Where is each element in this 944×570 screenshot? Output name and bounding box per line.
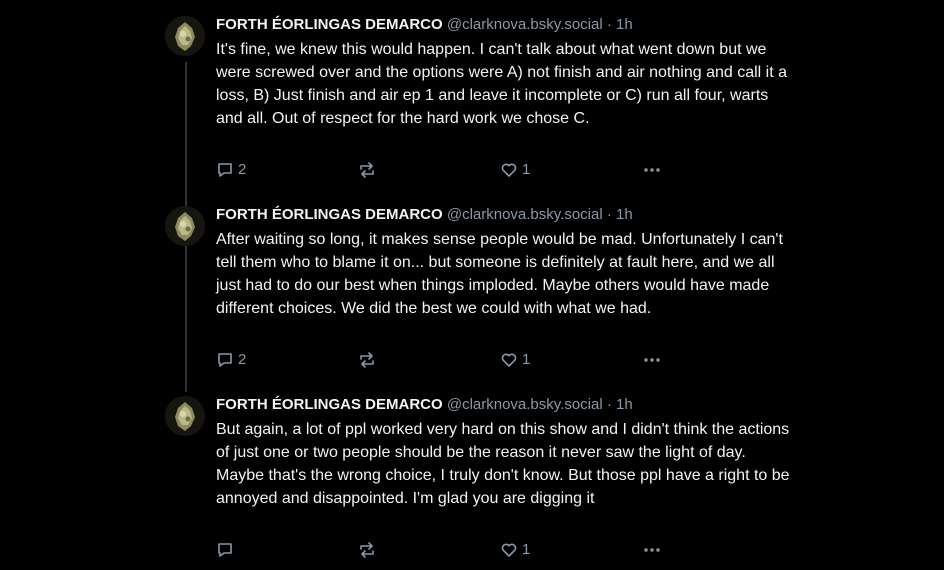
repost-icon [358,161,376,179]
reply-icon [216,541,234,559]
post-text: But again, a lot of ppl worked very hard… [216,421,790,507]
avatar[interactable] [165,16,205,56]
post-actions: 2 1 [216,351,676,371]
more-icon [642,161,662,179]
more-options-button[interactable] [642,161,662,179]
reply-button[interactable]: 2 [216,161,246,179]
author-handle[interactable]: @clarknova.bsky.social [447,206,603,223]
post-meta: FORTH ÉORLINGAS DEMARCO @clarknova.bsky.… [216,16,796,34]
post-time[interactable]: 1h [616,206,633,223]
more-options-button[interactable] [642,351,662,369]
reply-icon [216,351,234,369]
like-button[interactable]: 1 [500,351,530,369]
avatar[interactable] [165,396,205,436]
like-count: 1 [522,161,531,178]
post-time[interactable]: 1h [616,16,633,33]
repost-button[interactable] [358,161,376,179]
author-name[interactable]: FORTH ÉORLINGAS DEMARCO [216,16,443,33]
author-handle[interactable]: @clarknova.bsky.social [447,396,603,413]
repost-icon [358,351,376,369]
heart-icon [500,161,518,179]
post-content: FORTH ÉORLINGAS DEMARCO @clarknova.bsky.… [216,396,796,510]
author-name[interactable]: FORTH ÉORLINGAS DEMARCO [216,396,443,413]
post-actions: 1 [216,541,676,561]
repost-icon [358,541,376,559]
author-handle[interactable]: @clarknova.bsky.social [447,16,603,33]
reply-icon [216,161,234,179]
reply-count: 2 [238,351,247,368]
post-time[interactable]: 1h [616,396,633,413]
reply-button[interactable]: 2 [216,351,246,369]
repost-button[interactable] [358,541,376,559]
more-icon [642,351,662,369]
avatar-image [165,206,205,246]
repost-button[interactable] [358,351,376,369]
author-name[interactable]: FORTH ÉORLINGAS DEMARCO [216,206,443,223]
reply-button[interactable] [216,541,238,559]
post-text: After waiting so long, it makes sense pe… [216,231,783,317]
meta-separator: · [606,206,612,223]
reply-count: 2 [238,161,247,178]
like-button[interactable]: 1 [500,161,530,179]
avatar-image [165,16,205,56]
post-content: FORTH ÉORLINGAS DEMARCO @clarknova.bsky.… [216,16,796,130]
meta-separator: · [606,16,612,33]
meta-separator: · [606,396,612,413]
heart-icon [500,541,518,559]
post-actions: 2 1 [216,161,676,181]
more-options-button[interactable] [642,541,662,559]
avatar[interactable] [165,206,205,246]
like-count: 1 [522,351,531,368]
avatar-image [165,396,205,436]
like-count: 1 [522,541,531,558]
post-meta: FORTH ÉORLINGAS DEMARCO @clarknova.bsky.… [216,206,796,224]
post-content: FORTH ÉORLINGAS DEMARCO @clarknova.bsky.… [216,206,796,320]
like-button[interactable]: 1 [500,541,530,559]
post-meta: FORTH ÉORLINGAS DEMARCO @clarknova.bsky.… [216,396,796,414]
heart-icon [500,351,518,369]
post-text: It's fine, we knew this would happen. I … [216,41,787,127]
more-icon [642,541,662,559]
